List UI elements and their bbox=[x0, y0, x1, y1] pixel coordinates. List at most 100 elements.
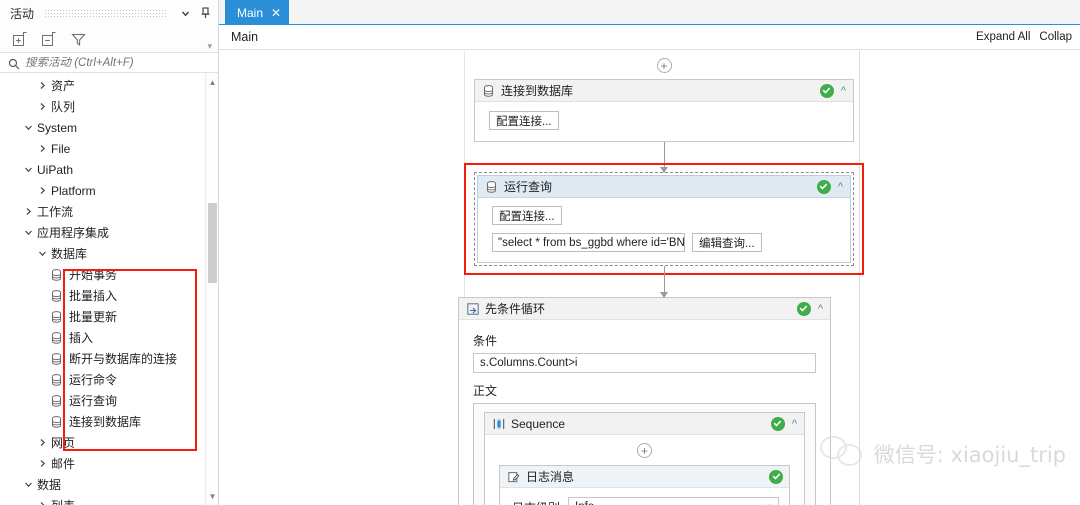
activity-flow: + 连接到数据库 ^ 配置连接... 运行查询 ^ 配置连接... "selec… bbox=[458, 51, 864, 505]
activity-log-message[interactable]: 日志消息 日志级别 bbox=[499, 465, 790, 505]
log-level-dropdown[interactable]: Info ▾ bbox=[568, 497, 779, 505]
activity-item-15[interactable]: 运行查询 bbox=[0, 390, 218, 411]
expand-all-button[interactable]: Expand All bbox=[976, 31, 1030, 43]
chevron-right-icon[interactable] bbox=[36, 186, 49, 195]
chevron-up-icon[interactable]: ^ bbox=[837, 181, 844, 193]
collapse-all-button[interactable]: Collap bbox=[1039, 31, 1072, 43]
database-icon bbox=[50, 331, 63, 344]
database-icon bbox=[50, 352, 63, 365]
sequence-icon bbox=[492, 417, 505, 430]
tree-node-label: 队列 bbox=[51, 100, 76, 114]
activities-tree-scroll[interactable]: 资产队列 System File UiPath Platform 工作流 应用程序集成数据库… bbox=[0, 73, 218, 505]
chevron-up-icon[interactable]: ^ bbox=[840, 85, 847, 97]
chevron-right-icon[interactable] bbox=[36, 81, 49, 90]
chevron-up-icon[interactable]: ^ bbox=[791, 418, 798, 430]
activities-scrollbar[interactable]: ▲ ▼ bbox=[205, 73, 218, 505]
tree-node-5[interactable]: Platform bbox=[0, 180, 218, 201]
chevron-down-icon[interactable] bbox=[22, 123, 35, 132]
chevron-right-icon[interactable] bbox=[36, 459, 49, 468]
tree-node-8[interactable]: 数据库 bbox=[0, 243, 218, 264]
valid-check-icon bbox=[769, 469, 783, 484]
tree-node-4[interactable]: UiPath bbox=[0, 159, 218, 180]
scroll-down-icon[interactable]: ▼ bbox=[206, 489, 218, 503]
toolbar-collapse-icon[interactable]: ▾ bbox=[207, 41, 212, 52]
activity-item-10[interactable]: 批量插入 bbox=[0, 285, 218, 306]
configure-connection-button[interactable]: 配置连接... bbox=[489, 111, 559, 130]
activity-connect-to-database[interactable]: 连接到数据库 ^ 配置连接... bbox=[474, 79, 854, 142]
tree-node-17[interactable]: 网页 bbox=[0, 432, 218, 453]
tab-main[interactable]: Main ✕ bbox=[225, 0, 290, 25]
chevron-right-icon[interactable] bbox=[36, 144, 49, 153]
breadcrumb-bar: Main Expand All Collap bbox=[219, 25, 1080, 50]
filter-icon[interactable] bbox=[70, 31, 87, 48]
while-loop-icon bbox=[466, 302, 479, 315]
activity-item-16[interactable]: 连接到数据库 bbox=[0, 411, 218, 432]
collapse-all-icon[interactable] bbox=[41, 31, 58, 48]
activity-item-14[interactable]: 运行命令 bbox=[0, 369, 218, 390]
chevron-down-icon[interactable] bbox=[22, 228, 35, 237]
database-icon bbox=[50, 415, 63, 428]
close-icon[interactable]: ✕ bbox=[271, 7, 281, 19]
canvas-right-divider bbox=[859, 51, 860, 505]
add-activity-icon[interactable]: + bbox=[656, 58, 672, 73]
tree-node-label: 运行查询 bbox=[69, 394, 118, 408]
edit-query-button[interactable]: 编辑查询... bbox=[692, 233, 762, 252]
chevron-right-icon[interactable] bbox=[36, 501, 49, 505]
query-input[interactable]: "select * from bs_ggbd where id='BN bbox=[492, 233, 685, 252]
tree-node-label: 数据 bbox=[37, 478, 62, 492]
add-activity-icon[interactable]: + bbox=[637, 443, 652, 458]
tree-node-0[interactable]: 资产 bbox=[0, 75, 218, 96]
tree-node-7[interactable]: 应用程序集成 bbox=[0, 222, 218, 243]
activity-item-13[interactable]: 断开与数据库的连接 bbox=[0, 348, 218, 369]
activity-while-loop[interactable]: 先条件循环 ^ 条件 s.Columns.Count>i 正文 Sequence… bbox=[458, 297, 831, 505]
configure-connection-button[interactable]: 配置连接... bbox=[492, 206, 562, 225]
chevron-down-icon[interactable] bbox=[22, 165, 35, 174]
scrollbar-thumb[interactable] bbox=[208, 203, 217, 283]
chevron-right-icon[interactable] bbox=[22, 207, 35, 216]
breadcrumb[interactable]: Main bbox=[231, 30, 258, 44]
tree-node-label: 资产 bbox=[51, 79, 76, 93]
tree-node-label: 运行命令 bbox=[69, 373, 118, 387]
chevron-down-icon[interactable] bbox=[178, 6, 192, 20]
chevron-right-icon[interactable] bbox=[36, 102, 49, 111]
activity-title: 连接到数据库 bbox=[501, 84, 574, 98]
chevron-up-icon[interactable]: ^ bbox=[817, 303, 824, 315]
database-icon bbox=[485, 180, 498, 193]
activity-item-11[interactable]: 批量更新 bbox=[0, 306, 218, 327]
activity-title: 先条件循环 bbox=[485, 302, 546, 316]
chevron-down-icon[interactable] bbox=[36, 249, 49, 258]
tab-label: Main bbox=[237, 5, 264, 20]
tree-node-20[interactable]: 列表 bbox=[0, 495, 218, 505]
tree-node-6[interactable]: 工作流 bbox=[0, 201, 218, 222]
activities-panel: 活动 ▾ 搜索活动 (Ctrl+Alt+F) 资产 队列 System File… bbox=[0, 0, 219, 505]
tree-node-3[interactable]: File bbox=[0, 138, 218, 159]
search-activities-container bbox=[0, 52, 218, 73]
workflow-canvas[interactable]: + 连接到数据库 ^ 配置连接... 运行查询 ^ 配置连接... "selec… bbox=[219, 51, 1080, 505]
valid-check-icon bbox=[819, 83, 834, 98]
valid-check-icon bbox=[816, 179, 831, 194]
tree-node-19[interactable]: 数据 bbox=[0, 474, 218, 495]
activities-tree: 资产队列 System File UiPath Platform 工作流 应用程序集成数据库… bbox=[0, 73, 218, 505]
valid-check-icon bbox=[770, 416, 785, 431]
activity-item-9[interactable]: 开始事务 bbox=[0, 264, 218, 285]
activity-title: Sequence bbox=[511, 416, 566, 431]
scroll-up-icon[interactable]: ▲ bbox=[206, 75, 218, 89]
pin-icon[interactable] bbox=[198, 6, 212, 20]
expand-all-icon[interactable] bbox=[12, 31, 29, 48]
search-input[interactable] bbox=[25, 56, 205, 69]
activity-item-12[interactable]: 插入 bbox=[0, 327, 218, 348]
tree-node-label: Platform bbox=[51, 183, 96, 198]
database-icon bbox=[50, 394, 63, 407]
condition-input[interactable]: s.Columns.Count>i bbox=[473, 353, 816, 373]
tree-node-label: 数据库 bbox=[51, 247, 88, 261]
tree-node-2[interactable]: System bbox=[0, 117, 218, 138]
tree-node-label: 断开与数据库的连接 bbox=[69, 352, 178, 366]
chevron-down-icon[interactable] bbox=[22, 480, 35, 489]
tree-node-1[interactable]: 队列 bbox=[0, 96, 218, 117]
database-icon bbox=[482, 84, 495, 97]
valid-check-icon bbox=[796, 301, 811, 316]
chevron-right-icon[interactable] bbox=[36, 438, 49, 447]
activity-sequence[interactable]: Sequence ^ + 日志消息 bbox=[484, 412, 805, 505]
activity-run-query[interactable]: 运行查询 ^ 配置连接... "select * from bs_ggbd wh… bbox=[464, 163, 864, 275]
tree-node-18[interactable]: 邮件 bbox=[0, 453, 218, 474]
